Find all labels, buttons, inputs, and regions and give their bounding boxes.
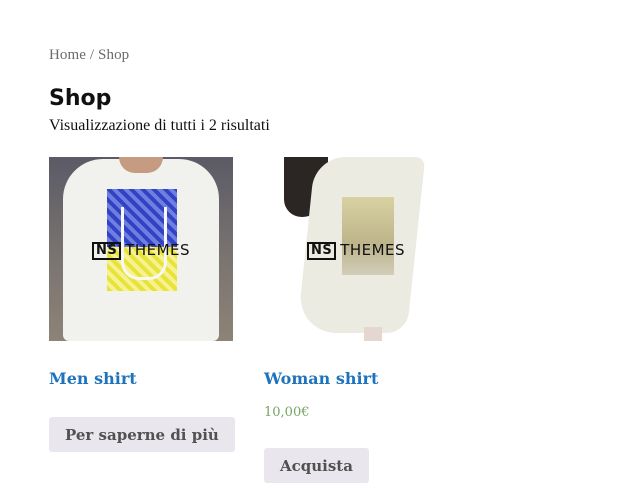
ns-logo-text: THEMES <box>125 241 191 259</box>
ns-themes-watermark: NS THEMES <box>49 241 233 260</box>
product-price: 10,00€ <box>264 405 310 420</box>
result-count: Visualizzazione di tutti i 2 risultati <box>49 117 270 134</box>
page-title: Shop <box>49 86 112 111</box>
product-image-men-shirt[interactable]: NS THEMES <box>49 157 233 341</box>
product-title-link[interactable]: Woman shirt <box>264 369 378 388</box>
ns-logo-text: THEMES <box>340 241 406 259</box>
leg-graphic <box>364 327 382 341</box>
ns-themes-watermark: NS THEMES <box>264 241 448 260</box>
product-card-men-shirt: NS THEMES Men shirt Per saperne di più <box>49 157 235 452</box>
product-card-woman-shirt: NS THEMES Woman shirt 10,00€ Acquista <box>264 157 448 483</box>
product-title-link[interactable]: Men shirt <box>49 369 137 388</box>
shirt-print-photo <box>342 197 394 275</box>
breadcrumb: Home / Shop <box>49 47 129 64</box>
breadcrumb-home-link[interactable]: Home <box>49 47 86 63</box>
product-image-woman-shirt[interactable]: NS THEMES <box>264 157 448 341</box>
add-to-cart-button[interactable]: Acquista <box>264 448 369 483</box>
read-more-button[interactable]: Per saperne di più <box>49 417 235 452</box>
breadcrumb-current: Shop <box>98 47 130 63</box>
ns-logo-mark: NS <box>91 242 122 260</box>
ns-logo-mark: NS <box>306 242 337 260</box>
breadcrumb-separator: / <box>86 47 99 63</box>
